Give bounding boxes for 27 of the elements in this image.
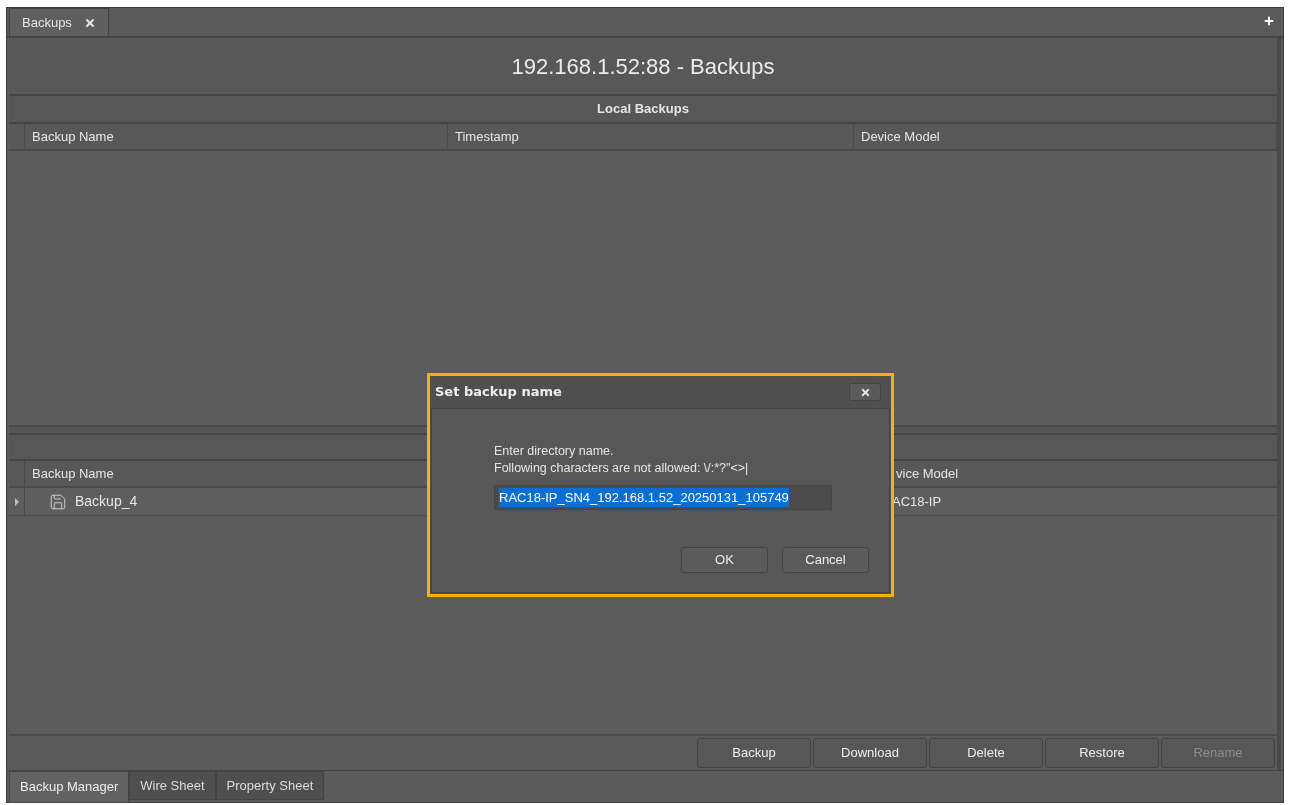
column-header[interactable]: Device Model xyxy=(854,124,1277,149)
add-icon[interactable] xyxy=(1263,15,1275,27)
table-cell-text: AC18-IP xyxy=(892,492,942,511)
dialog-hint: Following characters are not allowed: \/:*?"<>| xyxy=(494,460,750,477)
dialog-message: Enter directory name. xyxy=(494,443,615,460)
action-button[interactable]: Backup xyxy=(697,738,811,768)
close-icon[interactable] xyxy=(83,16,96,29)
column-header[interactable]: Backup Name xyxy=(25,124,448,149)
table-cell-text: Backup_4 xyxy=(75,492,138,511)
view-tab[interactable]: Backup Manager xyxy=(9,771,130,803)
input-value: RAC18-IP_SN4_192.168.1.52_20250131_105749 xyxy=(499,487,789,508)
action-button[interactable]: Delete xyxy=(929,738,1043,768)
dialog-title: Set backup name xyxy=(435,383,562,402)
input-field[interactable]: RAC18-IP_SN4_192.168.1.52_20250131_105749 xyxy=(494,485,832,510)
close-icon xyxy=(859,386,871,398)
action-button[interactable]: Download xyxy=(813,738,927,768)
dialog-button[interactable]: OK xyxy=(681,547,768,573)
close-button[interactable] xyxy=(849,383,881,401)
document-tab[interactable]: Backups xyxy=(9,8,109,36)
page-title: 192.168.1.52:88 - Backups xyxy=(511,52,775,81)
view-tab[interactable]: Wire Sheet xyxy=(129,771,216,800)
column-header[interactable]: Timestamp xyxy=(448,124,854,149)
view-tab[interactable]: Property Sheet xyxy=(215,771,325,800)
action-button[interactable]: Restore xyxy=(1045,738,1159,768)
expand-arrow-icon[interactable] xyxy=(13,497,20,506)
section-title: Local Backups xyxy=(597,100,689,119)
dialog-button[interactable]: Cancel xyxy=(782,547,869,573)
